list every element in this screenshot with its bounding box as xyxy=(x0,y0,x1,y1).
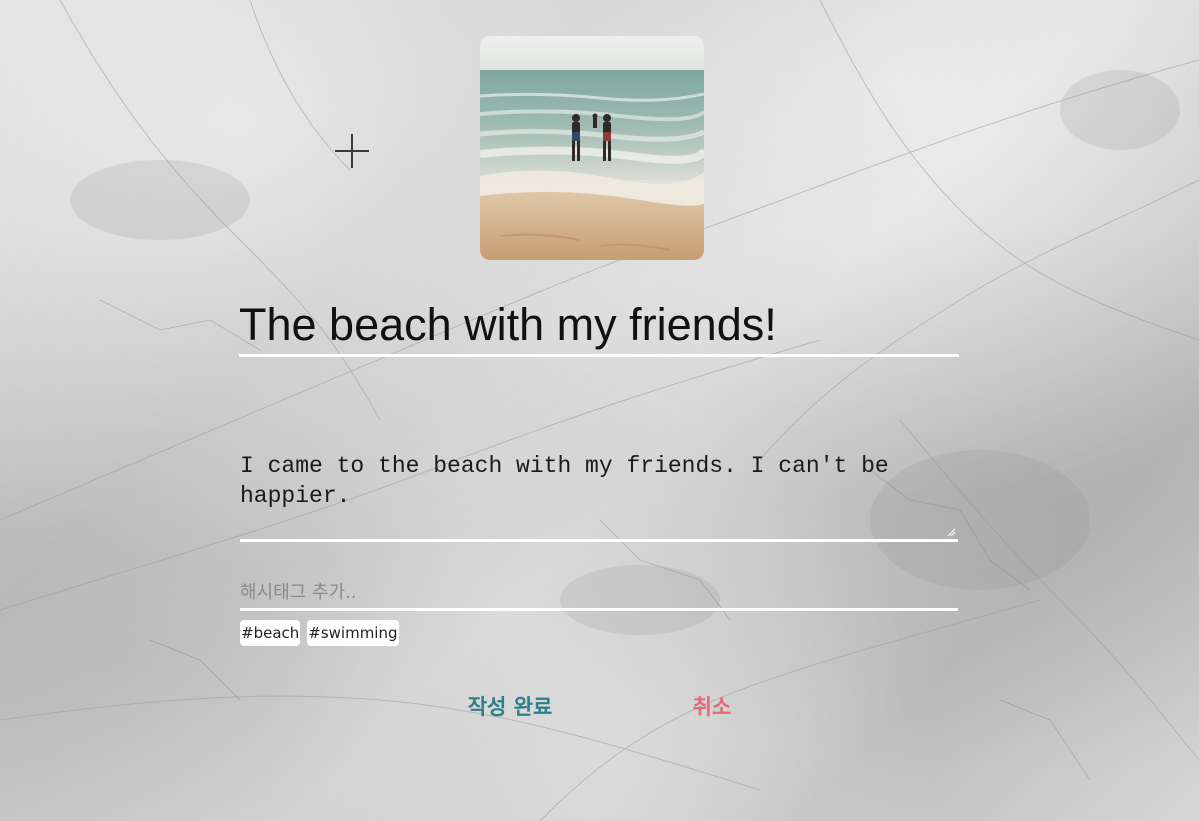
hashtag-placeholder: 해시태그 추가.. xyxy=(240,582,357,603)
hashtag-list: #beach #swimming xyxy=(240,620,399,646)
beach-photo[interactable] xyxy=(480,36,704,260)
content-text: I came to the beach with my friends. I c… xyxy=(240,453,903,509)
title-input[interactable]: The beach with my friends! xyxy=(239,296,959,357)
hashtag-chip[interactable]: #beach xyxy=(240,620,301,646)
title-text: The beach with my friends! xyxy=(239,299,777,350)
submit-button[interactable]: 작성 완료 xyxy=(455,690,565,724)
resize-grip-icon[interactable] xyxy=(947,528,956,537)
add-photo-button[interactable] xyxy=(333,132,371,170)
hashtag-input[interactable]: 해시태그 추가.. xyxy=(240,578,958,611)
beach-photo-image xyxy=(480,36,704,260)
hashtag-chip[interactable]: #swimming xyxy=(307,620,399,646)
content-textarea[interactable]: I came to the beach with my friends. I c… xyxy=(240,391,958,542)
cancel-button[interactable]: 취소 xyxy=(676,690,748,724)
